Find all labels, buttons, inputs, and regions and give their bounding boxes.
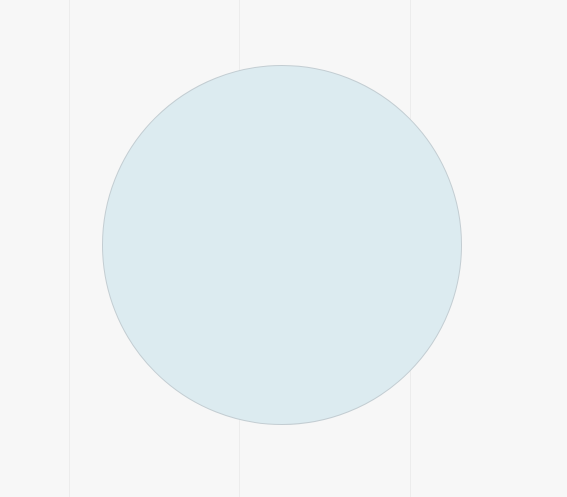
circle-shape[interactable]	[102, 65, 462, 425]
vertical-guide-line	[69, 0, 70, 497]
drawing-canvas[interactable]	[0, 0, 567, 497]
